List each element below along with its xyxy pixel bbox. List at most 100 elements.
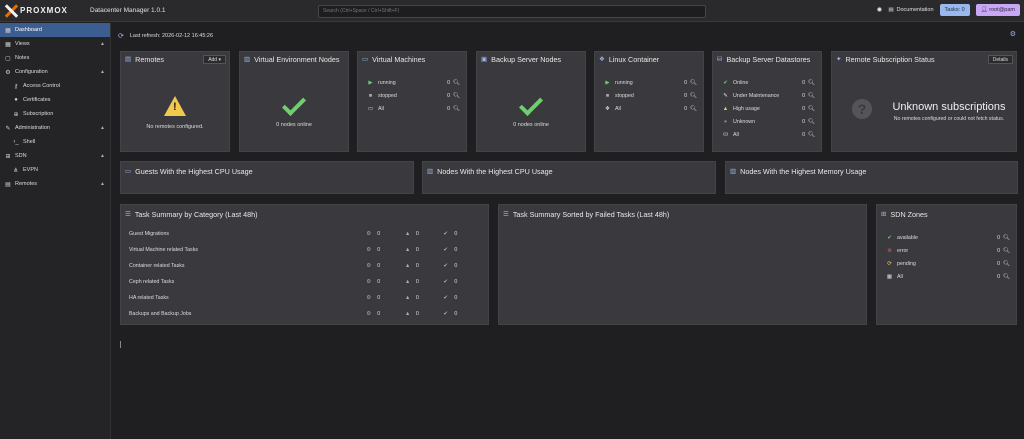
task-warning-count[interactable]: ▲ 0: [405, 231, 444, 237]
ds-high-usage-row[interactable]: ▲ High usage 0 🔍︎: [721, 102, 815, 115]
proxmox-x-icon: [4, 4, 18, 18]
sidebar-item-views[interactable]: ▦ Views ▲: [0, 37, 110, 51]
task-ok-count[interactable]: ✔ 0: [443, 231, 482, 237]
sdn-all-row[interactable]: ▦ All 0 🔍︎: [885, 270, 1010, 283]
chevron-up-icon[interactable]: ▲: [100, 41, 105, 47]
task-running-count[interactable]: ⚙ 0: [366, 231, 405, 237]
theme-toggle-icon[interactable]: ✹: [876, 6, 882, 14]
vm-stopped-row[interactable]: ■ stopped 0 🔍︎: [366, 89, 460, 102]
task-row[interactable]: Guest Migrations ⚙ 0 ▲ 0 ✔ 0: [129, 226, 482, 242]
task-ok-count[interactable]: ✔ 0: [443, 263, 482, 269]
sidebar-item-administration[interactable]: ✎ Administration ▲: [0, 121, 110, 135]
search-icon[interactable]: 🔍︎: [808, 93, 815, 99]
vm-all-row[interactable]: ▭ All 0 🔍︎: [366, 102, 460, 115]
ct-stopped-row[interactable]: ■ stopped 0 🔍︎: [603, 89, 697, 102]
documentation-link[interactable]: ▤ Documentation: [888, 7, 933, 13]
sidebar-item-notes[interactable]: ▢ Notes: [0, 51, 110, 65]
sidebar-item-shell[interactable]: ›_ Shell: [0, 135, 110, 149]
search-icon[interactable]: 🔍︎: [690, 106, 697, 112]
panel-title-text: Backup Server Nodes: [491, 54, 562, 64]
task-running-count[interactable]: ⚙ 0: [366, 279, 405, 285]
sidebar-item-remotes[interactable]: ▤ Remotes ▲: [0, 177, 110, 191]
ds-all-row[interactable]: ⛁ All 0 🔍︎: [721, 128, 815, 141]
chevron-up-icon[interactable]: ▲: [100, 153, 105, 159]
task-warning-count[interactable]: ▲ 0: [405, 247, 444, 253]
user-label: root@pam: [989, 7, 1015, 13]
task-warning-count[interactable]: ▲ 0: [405, 311, 444, 317]
sdn-pending-row[interactable]: ⟳ pending 0 🔍︎: [885, 257, 1010, 270]
panel-title: ▭ Guests With the Highest CPU Usage: [121, 162, 413, 180]
task-running-count[interactable]: ⚙ 0: [366, 263, 405, 269]
search-input[interactable]: Search (Ctrl+Space / Ctrl+Shift+F): [318, 5, 706, 18]
tasks-button[interactable]: Tasks: 0: [939, 4, 970, 16]
task-warning-count[interactable]: ▲ 0: [405, 279, 444, 285]
vm-running-row[interactable]: ▶ running 0 🔍︎: [366, 76, 460, 89]
ds-unknown-row[interactable]: ● Unknown 0 🔍︎: [721, 115, 815, 128]
task-row[interactable]: Backups and Backup Jobs ⚙ 0 ▲ 0 ✔ 0: [129, 306, 482, 322]
search-icon[interactable]: 🔍︎: [453, 93, 460, 99]
stop-icon: ■: [605, 92, 610, 99]
ct-running-row[interactable]: ▶ running 0 🔍︎: [603, 76, 697, 89]
sidebar-item-subscription[interactable]: ⊕ Subscription: [0, 107, 110, 121]
sdn-error-row[interactable]: ⊗ error 0 🔍︎: [885, 244, 1010, 257]
search-icon[interactable]: 🔍︎: [1003, 274, 1010, 280]
search-icon[interactable]: 🔍︎: [808, 119, 815, 125]
remotes-panel: ▤ Remotes Add ▾ ! No remotes configured.: [120, 51, 230, 152]
search-icon[interactable]: 🔍︎: [1003, 248, 1010, 254]
sdn-icon: ⊞: [5, 153, 11, 160]
ds-online-row[interactable]: ✔ Online 0 🔍︎: [721, 76, 815, 89]
search-icon[interactable]: 🔍︎: [808, 132, 815, 138]
task-warning-count[interactable]: ▲ 0: [405, 295, 444, 301]
panel-title: ☰ Task Summary Sorted by Failed Tasks (L…: [499, 205, 866, 223]
task-row[interactable]: Ceph related Tasks ⚙ 0 ▲ 0 ✔ 0: [129, 274, 482, 290]
row-label: All: [733, 131, 739, 138]
sidebar-item-dashboard[interactable]: ▦ Dashboard: [0, 23, 110, 37]
search-icon[interactable]: 🔍︎: [1003, 235, 1010, 241]
search-icon[interactable]: 🔍︎: [453, 80, 460, 86]
proxmox-logo[interactable]: PROXMOX: [4, 4, 74, 18]
chevron-up-icon[interactable]: ▲: [100, 181, 105, 187]
subscription-details-button[interactable]: Details: [987, 55, 1013, 64]
question-icon: ●: [723, 118, 728, 125]
dashboard-settings-icon[interactable]: ⚙: [1010, 30, 1016, 38]
sidebar-item-access-control[interactable]: ⚷ Access Control: [0, 79, 110, 93]
sidebar-item-configuration[interactable]: ⚙ Configuration ▲: [0, 65, 110, 79]
task-row[interactable]: Virtual Machine related Tasks ⚙ 0 ▲ 0 ✔ 0: [129, 242, 482, 258]
subscription-status-message: No remotes configured or could not fetch…: [893, 116, 1005, 122]
task-running-count[interactable]: ⚙ 0: [366, 247, 405, 253]
row-value: 0: [802, 79, 806, 86]
search-icon[interactable]: 🔍︎: [690, 80, 697, 86]
task-ok-count[interactable]: ✔ 0: [443, 247, 482, 253]
task-row[interactable]: HA related Tasks ⚙ 0 ▲ 0 ✔ 0: [129, 290, 482, 306]
ds-maintenance-row[interactable]: ✎ Under Maintenance 0 🔍︎: [721, 89, 815, 102]
user-menu-button[interactable]: 👤︎ root@pam: [975, 4, 1020, 16]
task-running-count[interactable]: ⚙ 0: [366, 311, 405, 317]
task-warning-count[interactable]: ▲ 0: [405, 263, 444, 269]
task-row[interactable]: Container related Tasks ⚙ 0 ▲ 0 ✔ 0: [129, 258, 482, 274]
sidebar-item-evpn[interactable]: ⋔ EVPN: [0, 163, 110, 177]
task-running-count[interactable]: ⚙ 0: [366, 295, 405, 301]
chevron-up-icon[interactable]: ▲: [100, 69, 105, 75]
search-icon[interactable]: 🔍︎: [1003, 261, 1010, 267]
task-ok-count[interactable]: ✔ 0: [443, 311, 482, 317]
warning-icon: ▲: [404, 247, 411, 253]
add-remote-button[interactable]: Add ▾: [203, 55, 226, 64]
row-value: 0: [684, 105, 688, 112]
building-icon: ▥: [244, 56, 251, 63]
search-icon[interactable]: 🔍︎: [690, 93, 697, 99]
count-value: 0: [454, 295, 458, 301]
panel-title: ❖ Linux Container: [595, 52, 703, 66]
task-ok-count[interactable]: ✔ 0: [443, 279, 482, 285]
sdn-available-row[interactable]: ✔ available 0 🔍︎: [885, 231, 1010, 244]
sidebar-item-sdn[interactable]: ⊞ SDN ▲: [0, 149, 110, 163]
search-icon[interactable]: 🔍︎: [453, 106, 460, 112]
search-icon[interactable]: 🔍︎: [808, 80, 815, 86]
sidebar-item-certificates[interactable]: ● Certificates: [0, 93, 110, 107]
task-ok-count[interactable]: ✔ 0: [443, 295, 482, 301]
refresh-icon[interactable]: ⟳: [118, 32, 124, 40]
network-icon: ⋔: [13, 167, 19, 174]
chevron-up-icon[interactable]: ▲: [100, 125, 105, 131]
search-icon[interactable]: 🔍︎: [808, 106, 815, 112]
ct-all-row[interactable]: ❖ All 0 🔍︎: [603, 102, 697, 115]
refresh-icon: ⟳: [887, 260, 892, 267]
